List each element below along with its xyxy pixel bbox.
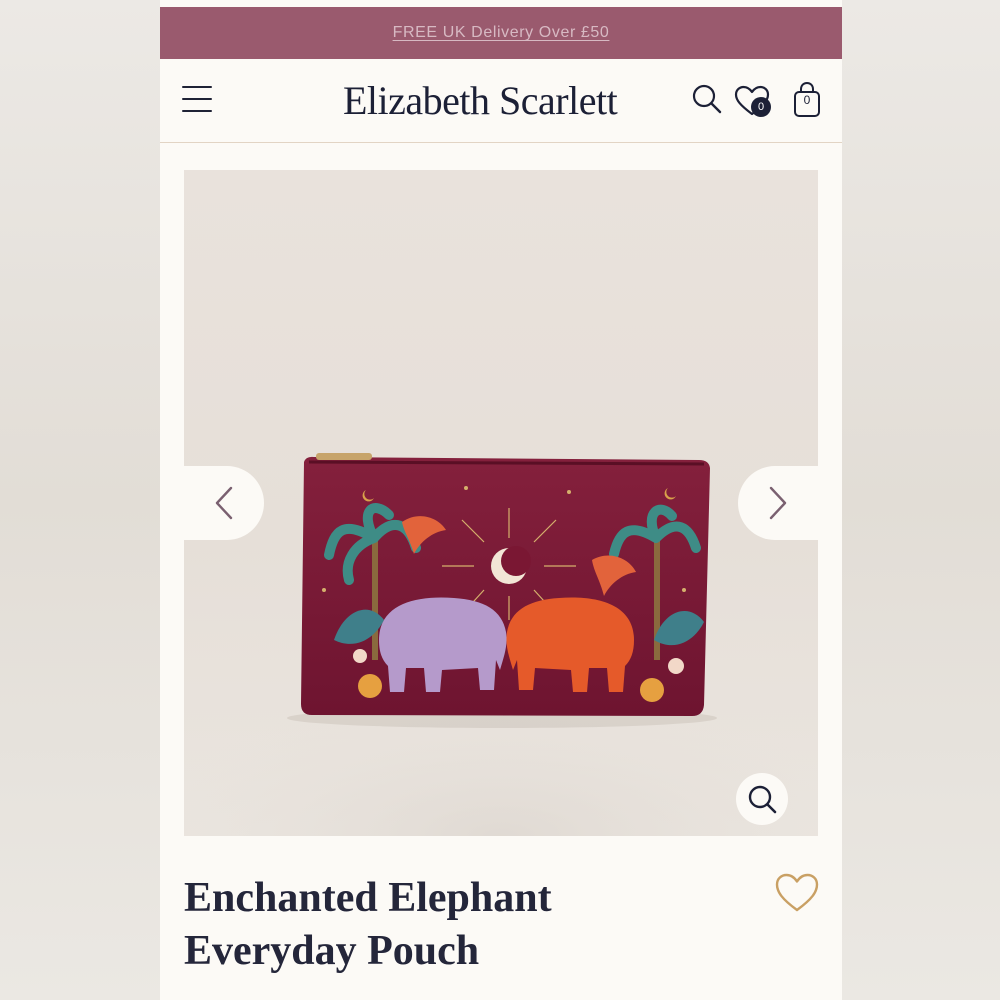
hamburger-menu-icon [182,86,212,88]
hamburger-line [182,98,212,100]
next-image-button[interactable] [738,466,818,540]
background-left [0,0,160,1000]
chevron-right-icon [769,486,787,520]
bag-button[interactable]: 0 [792,81,822,119]
product-photo [184,453,818,836]
background-right [842,0,1000,1000]
site-header: Elizabeth Scarlett 0 0 [160,59,842,143]
promo-banner: FREE UK Delivery Over £50 [160,7,842,59]
menu-button[interactable] [182,86,212,112]
bag-count: 0 [803,93,811,107]
promo-link[interactable]: FREE UK Delivery Over £50 [393,24,610,42]
wishlist-count-badge: 0 [751,97,771,117]
previous-image-button[interactable] [184,466,264,540]
wishlist-button[interactable]: 0 [734,85,776,121]
hamburger-line [182,110,212,112]
mobile-page: FREE UK Delivery Over £50 Elizabeth Scar… [160,0,842,1000]
zoom-icon [748,785,777,814]
product-title-line: Everyday Pouch [184,928,480,974]
search-button[interactable] [690,83,724,117]
product-title-line: Enchanted Elephant [184,875,552,921]
search-icon [692,84,722,114]
chevron-left-icon [215,486,233,520]
heart-outline-icon [775,873,819,912]
brand-logo[interactable]: Elizabeth Scarlett [343,77,618,124]
product-title: Enchanted Elephant Everyday Pouch [184,872,684,978]
add-to-favourites-button[interactable] [774,872,822,916]
product-image[interactable] [184,170,818,836]
zoom-button[interactable] [736,773,788,825]
